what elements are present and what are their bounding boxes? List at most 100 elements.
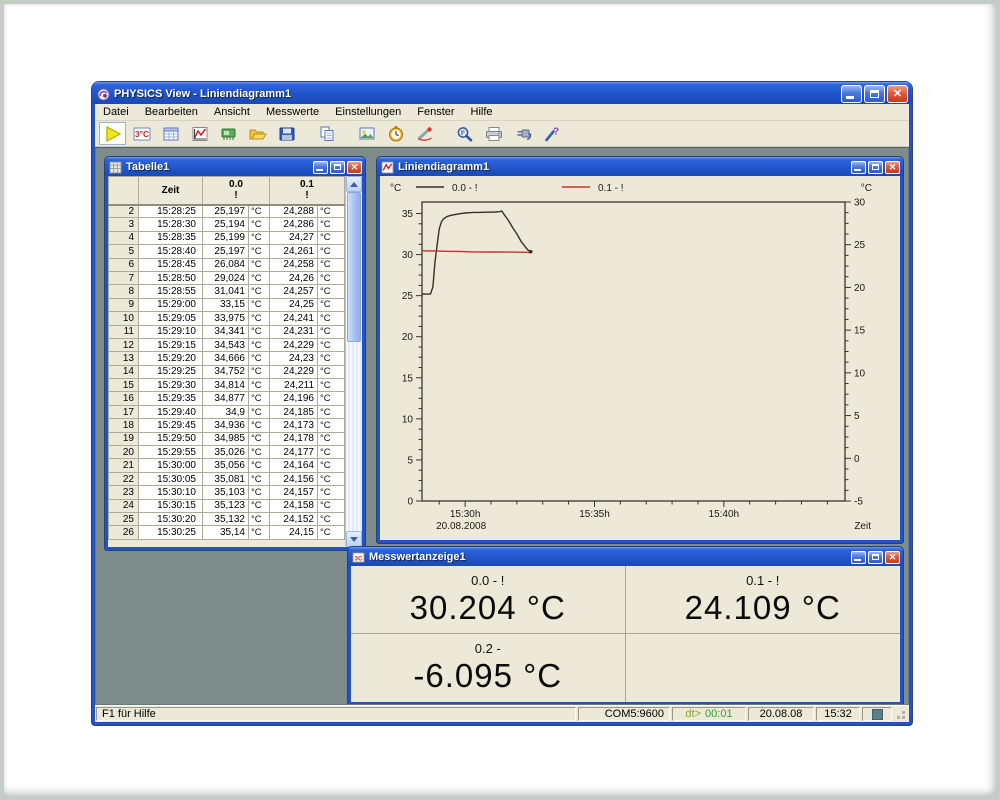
table-cell[interactable]: 15:29:45 xyxy=(139,419,203,432)
resize-grip[interactable] xyxy=(894,707,907,721)
table-cell[interactable]: °C xyxy=(249,218,270,231)
table-cell[interactable]: 24,286 xyxy=(270,218,318,231)
table-row[interactable]: 715:28:5029,024°C24,26°C xyxy=(109,271,345,284)
menu-bearbeiten[interactable]: Bearbeiten xyxy=(137,105,206,119)
table-cell[interactable]: 11 xyxy=(109,325,139,338)
table-cell[interactable]: 15:30:15 xyxy=(139,499,203,512)
table-cell[interactable]: 13 xyxy=(109,352,139,365)
table-cell[interactable]: °C xyxy=(318,446,345,459)
table-cell[interactable]: 7 xyxy=(109,271,139,284)
table-cell[interactable]: 24,156 xyxy=(270,472,318,485)
close-button[interactable]: ✕ xyxy=(887,85,908,103)
table-cell[interactable]: °C xyxy=(249,312,270,325)
table-cell[interactable]: °C xyxy=(249,405,270,418)
table-cell[interactable]: °C xyxy=(318,392,345,405)
print-button[interactable] xyxy=(480,122,507,145)
table-cell[interactable]: °C xyxy=(318,405,345,418)
table-cell[interactable]: °C xyxy=(249,446,270,459)
table-cell[interactable]: 15:29:00 xyxy=(139,298,203,311)
table-cell[interactable]: 15:30:00 xyxy=(139,459,203,472)
table-cell[interactable]: 16 xyxy=(109,392,139,405)
chart-maximize-button[interactable] xyxy=(868,161,883,174)
display-window-titlebar[interactable]: 3C Messwertanzeige1 ✕ xyxy=(348,547,903,566)
table-cell[interactable]: 35,081 xyxy=(203,472,249,485)
table-row[interactable]: 2215:30:0535,081°C24,156°C xyxy=(109,472,345,485)
table-cell[interactable]: °C xyxy=(249,472,270,485)
interface-button[interactable] xyxy=(509,122,536,145)
table-cell[interactable]: °C xyxy=(318,205,345,218)
table-cell[interactable]: °C xyxy=(318,365,345,378)
table-cell[interactable]: °C xyxy=(249,338,270,351)
table-cell[interactable]: °C xyxy=(249,205,270,218)
table-cell[interactable]: °C xyxy=(249,325,270,338)
table-cell[interactable]: °C xyxy=(249,486,270,499)
table-cell[interactable]: 24,178 xyxy=(270,432,318,445)
table-cell[interactable]: 15:29:50 xyxy=(139,432,203,445)
table-cell[interactable]: 24,261 xyxy=(270,245,318,258)
table-cell[interactable]: °C xyxy=(318,472,345,485)
table-cell[interactable]: 35,056 xyxy=(203,459,249,472)
table-cell[interactable]: °C xyxy=(318,231,345,244)
table-row[interactable]: 515:28:4025,197°C24,261°C xyxy=(109,245,345,258)
table-row[interactable]: 1915:29:5034,985°C24,178°C xyxy=(109,432,345,445)
table-window-titlebar[interactable]: Tabelle1 ✕ xyxy=(105,157,365,176)
table-cell[interactable]: 8 xyxy=(109,285,139,298)
menu-fenster[interactable]: Fenster xyxy=(409,105,462,119)
table-cell[interactable]: °C xyxy=(318,499,345,512)
table-cell[interactable]: 35,14 xyxy=(203,526,249,539)
table-cell[interactable]: °C xyxy=(318,338,345,351)
table-cell[interactable]: °C xyxy=(249,352,270,365)
table-cell[interactable]: 26 xyxy=(109,526,139,539)
table-cell[interactable]: 24,25 xyxy=(270,298,318,311)
scroll-down-button[interactable] xyxy=(346,531,362,547)
table-row[interactable]: 415:28:3525,199°C24,27°C xyxy=(109,231,345,244)
save-button[interactable] xyxy=(273,122,300,145)
table-cell[interactable]: 12 xyxy=(109,338,139,351)
table-cell[interactable]: 34,985 xyxy=(203,432,249,445)
table-cell[interactable]: 24,164 xyxy=(270,459,318,472)
table-cell[interactable]: °C xyxy=(249,499,270,512)
table-cell[interactable]: 24,157 xyxy=(270,486,318,499)
table-cell[interactable]: 24,177 xyxy=(270,446,318,459)
table-cell[interactable]: °C xyxy=(249,365,270,378)
table-cell[interactable]: °C xyxy=(249,245,270,258)
table-cell[interactable]: 24,241 xyxy=(270,312,318,325)
table-cell[interactable]: °C xyxy=(318,526,345,539)
table-cell[interactable]: 24,229 xyxy=(270,338,318,351)
table-cell[interactable]: 15:29:05 xyxy=(139,312,203,325)
table-cell[interactable]: 24 xyxy=(109,499,139,512)
table-close-button[interactable]: ✕ xyxy=(347,161,362,174)
table-cell[interactable]: 17 xyxy=(109,405,139,418)
table-row[interactable]: 1515:29:3034,814°C24,211°C xyxy=(109,379,345,392)
table-cell[interactable]: 15:29:15 xyxy=(139,338,203,351)
table-cell[interactable]: 15:30:05 xyxy=(139,472,203,485)
table-cell[interactable]: 34,341 xyxy=(203,325,249,338)
table-cell[interactable]: °C xyxy=(249,459,270,472)
table-cell[interactable]: °C xyxy=(318,419,345,432)
table-cell[interactable]: 22 xyxy=(109,472,139,485)
table-cell[interactable]: 24,185 xyxy=(270,405,318,418)
table-cell[interactable]: 25 xyxy=(109,512,139,525)
table-row[interactable]: 2615:30:2535,14°C24,15°C xyxy=(109,526,345,539)
table-cell[interactable]: °C xyxy=(249,512,270,525)
table-cell[interactable]: 15:29:20 xyxy=(139,352,203,365)
table-cell[interactable]: 15:29:10 xyxy=(139,325,203,338)
display-maximize-button[interactable] xyxy=(868,551,883,564)
table-cell[interactable]: °C xyxy=(318,352,345,365)
table-cell[interactable]: 15:28:40 xyxy=(139,245,203,258)
help-button[interactable]: ? xyxy=(538,122,565,145)
table-cell[interactable]: °C xyxy=(249,379,270,392)
table-cell[interactable]: 9 xyxy=(109,298,139,311)
table-row[interactable]: 1015:29:0533,975°C24,241°C xyxy=(109,312,345,325)
table-cell[interactable]: 20 xyxy=(109,446,139,459)
table-cell[interactable]: °C xyxy=(318,512,345,525)
display-close-button[interactable]: ✕ xyxy=(885,551,900,564)
table-cell[interactable]: 33,15 xyxy=(203,298,249,311)
table-cell[interactable]: 15:29:35 xyxy=(139,392,203,405)
table-cell[interactable]: 15:30:20 xyxy=(139,512,203,525)
table-cell[interactable]: °C xyxy=(318,218,345,231)
table-cell[interactable]: 24,258 xyxy=(270,258,318,271)
table-row[interactable]: 1315:29:2034,666°C24,23°C xyxy=(109,352,345,365)
table-row[interactable]: 915:29:0033,15°C24,25°C xyxy=(109,298,345,311)
table-cell[interactable]: 24,15 xyxy=(270,526,318,539)
